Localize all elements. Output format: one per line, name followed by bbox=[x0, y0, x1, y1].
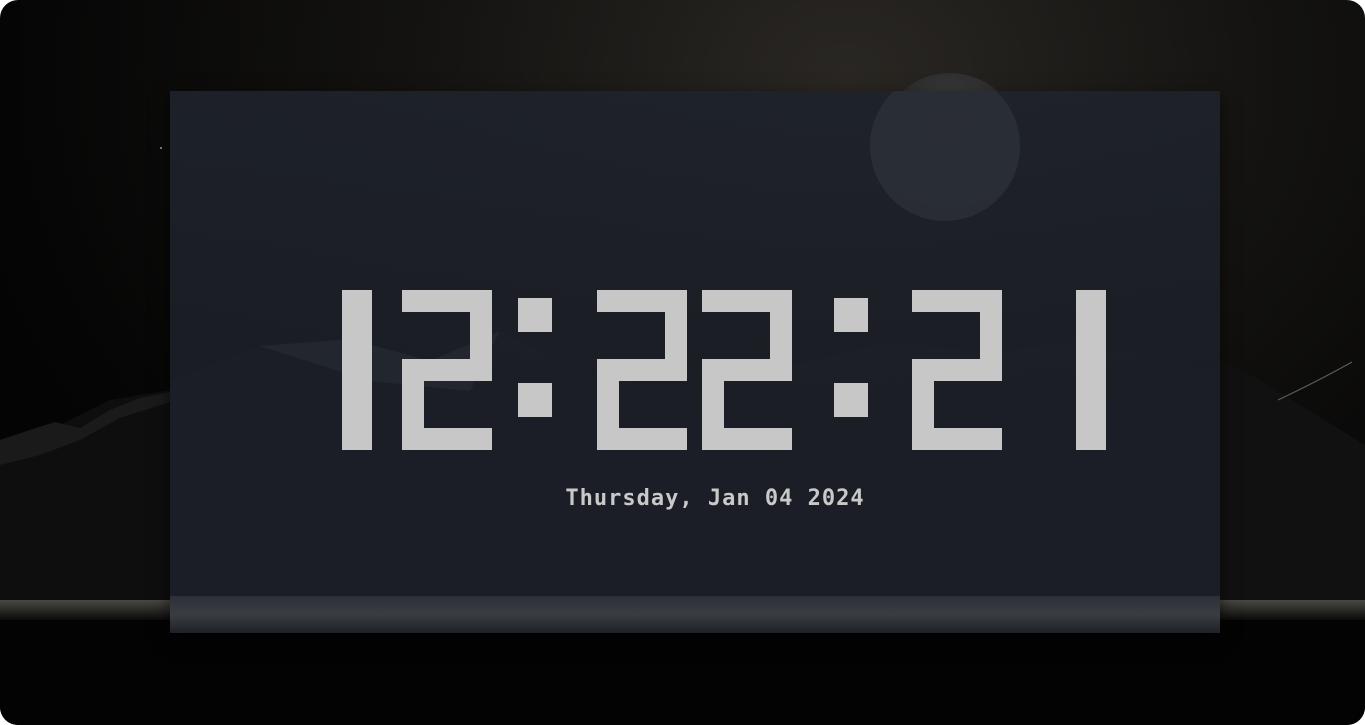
clock-colon-dot-bottom bbox=[834, 383, 868, 417]
clock-panel: 12:22:21 Thursday, Jan 04 2024 bbox=[170, 91, 1220, 633]
clock-digit-5 bbox=[1076, 290, 1106, 450]
clock-digit-4 bbox=[912, 428, 1002, 450]
clock-digit-2 bbox=[597, 428, 687, 450]
clock-digit-0 bbox=[342, 290, 372, 450]
clock-time bbox=[342, 290, 1106, 450]
clock-digit-3 bbox=[702, 428, 792, 450]
desktop: 12:22:21 Thursday, Jan 04 2024 bbox=[0, 0, 1365, 725]
clock-colon-dot-top bbox=[518, 298, 552, 332]
mountain-right bbox=[1220, 360, 1365, 600]
star bbox=[160, 147, 162, 149]
clock-colon-dot-top bbox=[834, 298, 868, 332]
moon-trail bbox=[1277, 361, 1353, 401]
mountain-left bbox=[0, 390, 170, 600]
clock-date: Thursday, Jan 04 2024 bbox=[565, 486, 865, 511]
foreground bbox=[0, 620, 1365, 725]
clock-colon-dot-bottom bbox=[518, 383, 552, 417]
clock-digit-1 bbox=[402, 428, 492, 450]
